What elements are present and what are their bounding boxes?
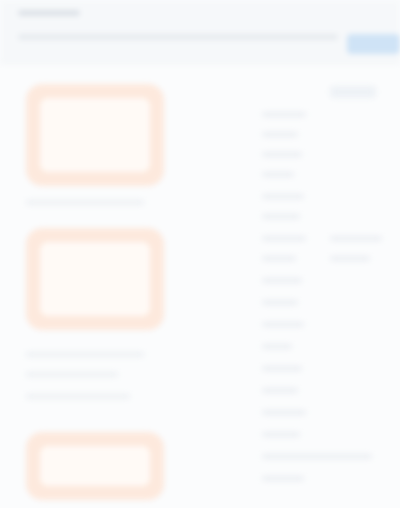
card-item[interactable] <box>26 84 164 186</box>
header-subtitle-placeholder <box>18 34 338 40</box>
list-row-placeholder <box>262 454 372 459</box>
list-row-placeholder <box>262 366 302 371</box>
card-body <box>40 446 150 486</box>
text-placeholder <box>26 372 118 377</box>
list-row-placeholder <box>262 214 300 219</box>
list-row-placeholder <box>262 410 306 415</box>
card-body <box>40 98 150 172</box>
list-row-placeholder <box>262 388 298 393</box>
card-body <box>40 242 150 316</box>
list-row-placeholder <box>262 322 304 327</box>
list-row-placeholder <box>330 256 370 261</box>
list-row-placeholder <box>262 112 306 117</box>
list-row-placeholder <box>262 344 292 349</box>
card-item[interactable] <box>26 432 164 500</box>
list-row-placeholder <box>262 152 302 157</box>
list-row-placeholder <box>330 236 382 241</box>
card-item[interactable] <box>26 228 164 330</box>
top-header <box>0 0 400 62</box>
list-row-placeholder <box>262 300 298 305</box>
primary-action-button[interactable] <box>347 34 400 54</box>
list-row-placeholder <box>262 172 294 177</box>
list-row-placeholder <box>262 132 298 137</box>
list-row-placeholder <box>262 194 304 199</box>
list-row-placeholder <box>262 236 306 241</box>
text-placeholder <box>26 394 130 399</box>
list-row-placeholder <box>262 256 296 261</box>
header-title-placeholder <box>18 10 80 16</box>
header-divider <box>0 62 400 63</box>
list-row-placeholder <box>262 278 302 283</box>
list-row-placeholder <box>262 476 304 481</box>
list-row-placeholder <box>262 432 300 437</box>
text-placeholder <box>26 200 144 205</box>
list-header-placeholder <box>330 86 376 98</box>
text-placeholder <box>26 352 144 357</box>
